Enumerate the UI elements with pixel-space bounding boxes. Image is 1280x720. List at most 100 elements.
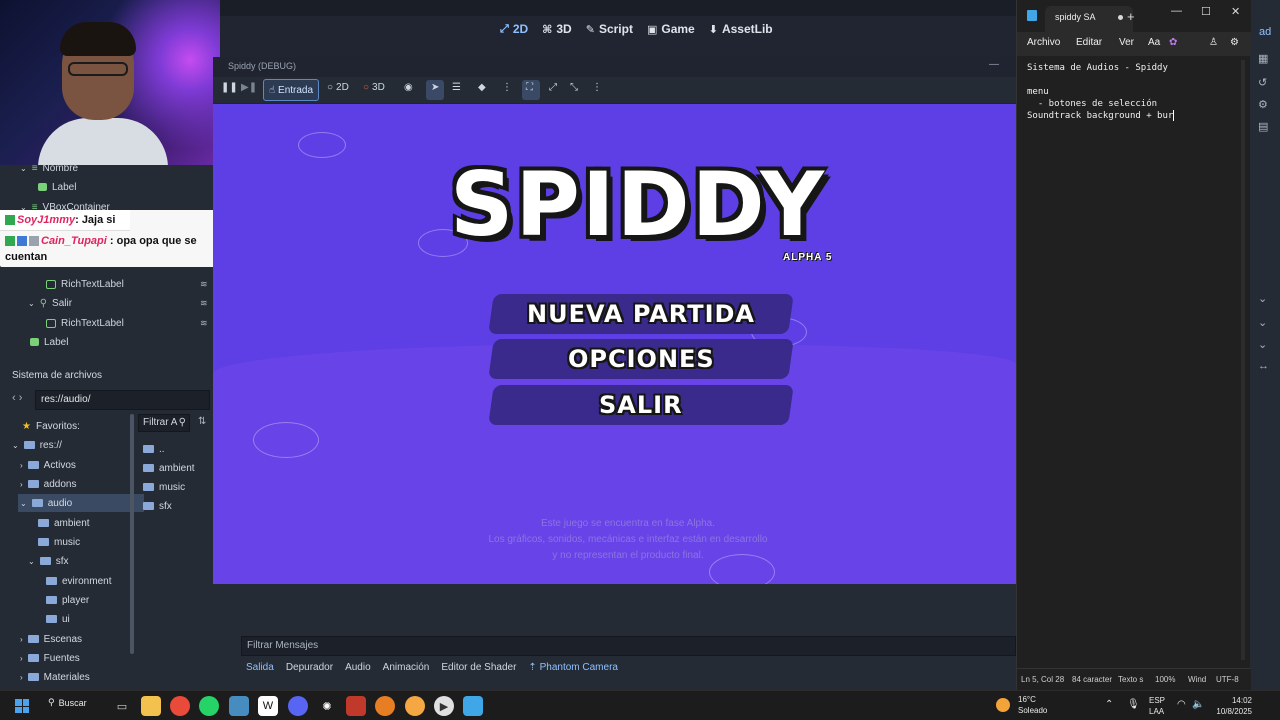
notepad-text-area[interactable]: Sistema de Audios - Spiddy​menu - botone…	[1027, 62, 1175, 122]
forward-icon[interactable]: ›	[19, 392, 23, 404]
chevron-up-icon[interactable]: ⌃	[1105, 699, 1113, 710]
menu-archivo[interactable]: Archivo	[1027, 37, 1060, 48]
filter-input[interactable]: Filtrar A ⚲	[138, 414, 190, 432]
select-tool-icon[interactable]: ➤	[431, 82, 439, 93]
microphone-icon[interactable]: 🎙	[1127, 699, 1140, 710]
minimize-icon[interactable]: —	[989, 59, 999, 70]
notepad-taskbar-icon[interactable]	[463, 696, 483, 716]
file-item[interactable]: music	[143, 478, 185, 496]
tree-folder[interactable]: ⌄ res://	[12, 436, 62, 454]
layout-icon[interactable]: ▦	[1258, 52, 1270, 65]
menu-ver[interactable]: Ver	[1119, 37, 1134, 48]
path-field[interactable]: res://audio/	[35, 390, 210, 410]
video-editor-icon[interactable]	[346, 696, 366, 716]
tree-folder-selected[interactable]: ⌄ audio	[18, 494, 144, 512]
godot-icon[interactable]	[229, 696, 249, 716]
dock-tool-icon[interactable]: ↔	[1258, 360, 1270, 372]
next-frame-icon[interactable]: ▶❚	[241, 82, 257, 93]
tree-folder[interactable]: player	[46, 591, 89, 609]
tree-node[interactable]: Label	[30, 333, 68, 351]
dock-tool-icon[interactable]: ▤	[1258, 120, 1270, 133]
sort-icon[interactable]: ⇅	[198, 416, 206, 427]
fullscreen-icon[interactable]: ⤡	[570, 82, 578, 93]
taskbar-search[interactable]: ⚲ Buscar	[48, 697, 87, 708]
filter-messages-input[interactable]: Filtrar Mensajes	[241, 636, 1016, 656]
wix-icon[interactable]: W	[258, 696, 278, 716]
favorites-row[interactable]: ★ Favoritos:	[22, 417, 80, 435]
input-toggle-button[interactable]: ☝ Entrada	[263, 79, 319, 101]
more-icon[interactable]: ⋮	[592, 82, 602, 93]
notepad-scrollbar[interactable]	[1241, 60, 1245, 660]
minimize-icon[interactable]: —	[1171, 5, 1182, 17]
tree-folder[interactable]: › Activos	[20, 456, 76, 474]
tab-phantom-camera[interactable]: ⇡ Phantom Camera	[528, 662, 618, 673]
weather-widget[interactable]: 16°C Soleado	[1018, 694, 1047, 716]
pause-icon[interactable]: ❚❚	[221, 82, 238, 93]
whatsapp-icon[interactable]	[199, 696, 219, 716]
exit-button[interactable]: SALIR	[488, 385, 794, 425]
tab-shader-editor[interactable]: Editor de Shader	[441, 662, 516, 673]
file-explorer-icon[interactable]	[141, 696, 161, 716]
game-viewport[interactable]: SPIDDY ALPHA 5 NUEVA PARTIDA OPCIONES SA…	[213, 104, 1016, 584]
maximize-icon[interactable]: ☐	[1201, 5, 1211, 18]
vlc-icon[interactable]	[405, 696, 425, 716]
chatgpt-icon[interactable]: ✺	[317, 696, 337, 716]
copilot-icon[interactable]: ✿	[1169, 37, 1177, 48]
taskbar-clock[interactable]: 14:02 10/8/2025	[1212, 695, 1252, 717]
tree-folder[interactable]: ⌄ sfx	[28, 552, 68, 570]
more-icon[interactable]: ⋮	[502, 82, 512, 93]
camera-icon[interactable]: ◆	[478, 82, 486, 93]
tab-output[interactable]: Salida	[246, 662, 274, 673]
tree-node[interactable]: Label	[38, 178, 76, 196]
history-icon[interactable]: ↺	[1258, 76, 1270, 89]
tab-script[interactable]: ✎ Script	[586, 22, 633, 36]
tree-node[interactable]: ⌄ ⚲ Salir ≋	[28, 294, 208, 312]
mode-3d-button[interactable]: ○ 3D	[363, 82, 385, 93]
file-item[interactable]: ..	[143, 440, 165, 458]
language-indicator[interactable]: ESP LAA	[1149, 695, 1165, 717]
visibility-icon[interactable]: ◉	[404, 82, 413, 93]
tab-2d[interactable]: ⤢ 2D	[500, 22, 528, 36]
mode-2d-button[interactable]: ○ 2D	[327, 82, 349, 93]
file-item[interactable]: ambient	[143, 459, 195, 477]
wifi-icon[interactable]: ◠	[1177, 699, 1186, 710]
tab-debugger[interactable]: Depurador	[286, 662, 333, 673]
chrome-icon[interactable]	[170, 696, 190, 716]
chevron-down-icon[interactable]: ⌄	[1258, 292, 1270, 305]
tree-folder[interactable]: › Escenas	[20, 630, 82, 648]
volume-icon[interactable]: 🔈	[1192, 699, 1204, 710]
tab-game[interactable]: ▣ Game	[647, 22, 695, 36]
task-view-icon[interactable]: ▭	[112, 696, 132, 716]
chevron-down-icon[interactable]: ⌄	[1258, 316, 1270, 329]
tree-node[interactable]: RichTextLabel ≋	[46, 275, 208, 293]
start-button[interactable]	[12, 696, 32, 716]
media-player-icon[interactable]: ▶	[434, 696, 454, 716]
tree-folder[interactable]: ui	[46, 610, 70, 628]
options-button[interactable]: OPCIONES	[488, 339, 794, 379]
tree-folder[interactable]: › addons	[20, 475, 76, 493]
fl-studio-icon[interactable]	[375, 696, 395, 716]
text-format-icon[interactable]: Aa	[1148, 37, 1160, 48]
tree-node[interactable]: ⌄ ≡ Nombre	[20, 159, 78, 177]
expand-icon[interactable]: ⤢	[549, 82, 557, 93]
tree-folder[interactable]: music	[38, 533, 80, 551]
tree-node[interactable]: RichTextLabel ≋	[46, 314, 208, 332]
dock-tool-icon[interactable]: ⚙	[1258, 98, 1270, 111]
menu-editar[interactable]: Editar	[1076, 37, 1102, 48]
tree-folder[interactable]: › Fuentes	[20, 649, 80, 667]
tab-audio[interactable]: Audio	[345, 662, 371, 673]
discord-icon[interactable]	[288, 696, 308, 716]
back-icon[interactable]: ‹	[12, 392, 16, 404]
tree-folder[interactable]: › Materiales	[20, 668, 90, 686]
chevron-down-icon[interactable]: ⌄	[1258, 338, 1270, 351]
tree-folder[interactable]: evironment	[46, 572, 111, 590]
tab-animation[interactable]: Animación	[383, 662, 430, 673]
tree-folder[interactable]: ambient	[38, 514, 90, 532]
tab-3d[interactable]: ⌘ 3D	[542, 22, 572, 36]
focus-icon[interactable]: ⛶	[526, 82, 533, 93]
file-item[interactable]: sfx	[143, 497, 172, 515]
account-icon[interactable]: ♙	[1209, 37, 1218, 48]
list-icon[interactable]: ☰	[452, 82, 461, 93]
close-icon[interactable]: ✕	[1231, 5, 1240, 18]
new-tab-icon[interactable]: +	[1127, 9, 1135, 24]
